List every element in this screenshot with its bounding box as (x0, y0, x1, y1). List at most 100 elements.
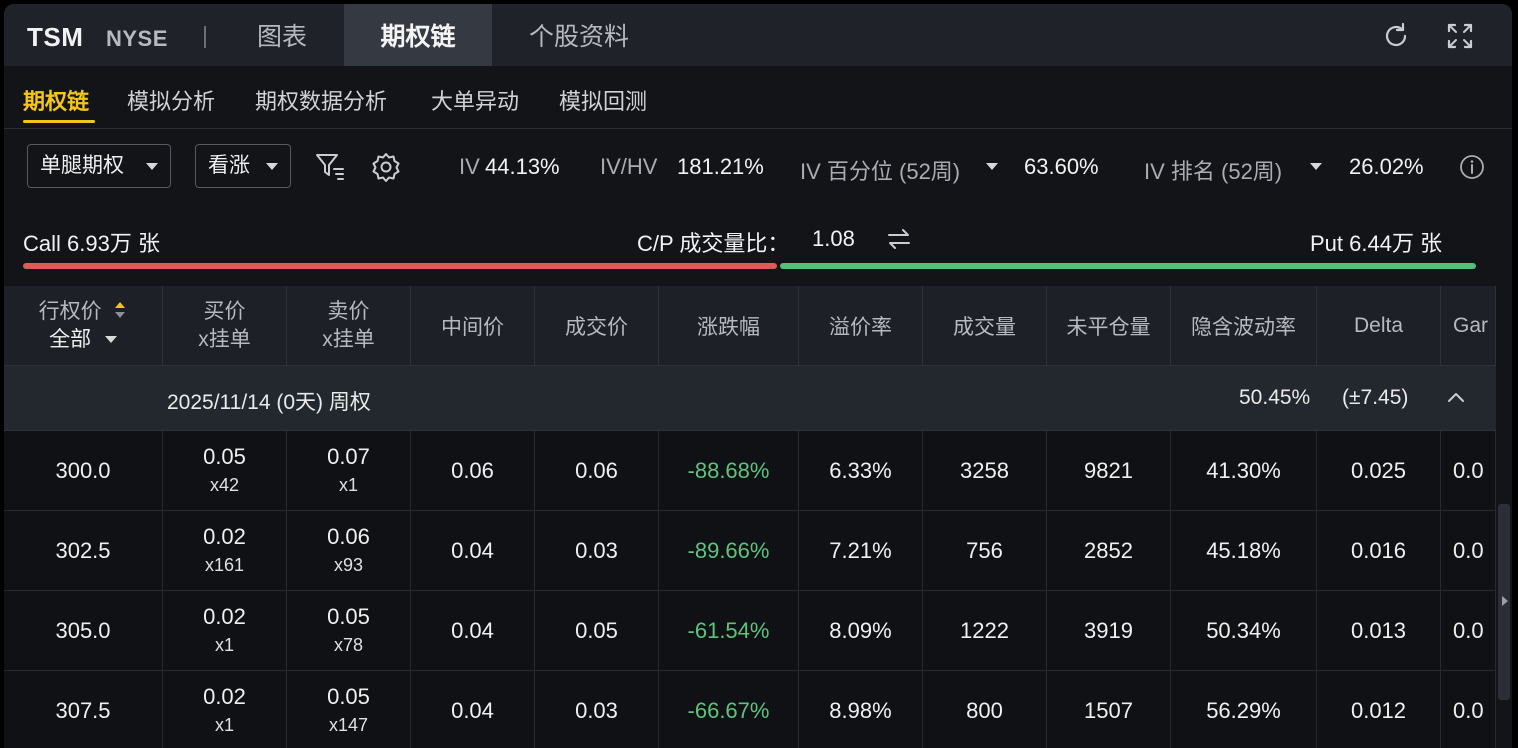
strategy-select[interactable]: 单腿期权 (27, 144, 171, 188)
bid-price: 0.02 (203, 523, 246, 549)
change-cell[interactable]: -61.54% (659, 591, 799, 671)
oi-cell[interactable]: 9821 (1047, 431, 1171, 511)
strike-header[interactable]: 行权价 全部 (4, 286, 163, 366)
refresh-icon[interactable] (1380, 20, 1412, 52)
premium-cell[interactable]: 7.21% (799, 511, 923, 591)
gamma-cell[interactable]: 0.0 (1441, 511, 1496, 591)
change-cell[interactable]: -66.67% (659, 671, 799, 748)
iv-header: 隐含波动率 (1171, 286, 1317, 366)
delta-cell[interactable]: 0.013 (1317, 591, 1441, 671)
ask-price: 0.07 (327, 443, 370, 469)
direction-select[interactable]: 看涨 (195, 144, 291, 188)
volume-cell[interactable]: 1222 (923, 591, 1047, 671)
bid-cell[interactable]: 0.02 x1 (163, 671, 287, 748)
ask-cell[interactable]: 0.07 x1 (287, 431, 411, 511)
info-icon[interactable] (1459, 154, 1485, 180)
iv-value: 56.29% (1206, 697, 1281, 723)
subtab-unusual-activity[interactable]: 大单异动 (431, 84, 519, 116)
bid-cell[interactable]: 0.02 x1 (163, 591, 287, 671)
last-cell[interactable]: 0.03 (535, 511, 659, 591)
subtab-backtest[interactable]: 模拟回测 (559, 84, 647, 116)
tab-company-profile[interactable]: 个股资料 (504, 4, 654, 66)
bid-cell[interactable]: 0.05 x42 (163, 431, 287, 511)
ask-header: 卖价 x挂单 (287, 286, 411, 366)
volume-cell[interactable]: 800 (923, 671, 1047, 748)
expiry-group-row[interactable]: 2025/11/14 (0天) 周权 50.45% (±7.45) (4, 366, 1496, 431)
iv-hv-label: IV/HV (600, 154, 658, 179)
oi-cell[interactable]: 1507 (1047, 671, 1171, 748)
last-cell[interactable]: 0.06 (535, 431, 659, 511)
last-value: 0.06 (575, 457, 618, 483)
oi-cell[interactable]: 2852 (1047, 511, 1171, 591)
ask-header-sub: x挂单 (322, 327, 375, 351)
filter-icon[interactable] (314, 152, 346, 182)
gamma-value: 0.0 (1453, 617, 1484, 643)
ask-cell[interactable]: 0.05 x147 (287, 671, 411, 748)
ask-size: x147 (328, 714, 369, 735)
scroll-right-icon[interactable] (1500, 594, 1510, 608)
premium-cell[interactable]: 8.09% (799, 591, 923, 671)
strike-cell[interactable]: 302.5 (4, 511, 163, 591)
sort-icon[interactable] (113, 300, 127, 320)
tab-option-chain[interactable]: 期权链 (344, 4, 492, 66)
strike-cell[interactable]: 307.5 (4, 671, 163, 748)
strike-cell[interactable]: 305.0 (4, 591, 163, 671)
strike-filter-value[interactable]: 全部 (49, 328, 91, 351)
iv-percentile-label[interactable]: IV 百分位 (52周) (800, 154, 960, 186)
last-cell[interactable]: 0.03 (535, 671, 659, 748)
option-chain-table: 行权价 全部 买价 x挂单 卖价 x挂单 中间价 成交价 涨跌幅 溢价率 成交量… (4, 286, 1496, 748)
ask-header-label: 卖价 (327, 299, 370, 323)
bid-header-sub: x挂单 (198, 327, 251, 351)
delta-cell[interactable]: 0.016 (1317, 511, 1441, 591)
subtab-simulation[interactable]: 模拟分析 (127, 84, 215, 116)
title-bar: TSM NYSE 图表 期权链 个股资料 (4, 4, 1512, 66)
bid-header: 买价 x挂单 (163, 286, 287, 366)
volume-cell[interactable]: 756 (923, 511, 1047, 591)
delta-cell[interactable]: 0.012 (1317, 671, 1441, 748)
mid-cell[interactable]: 0.04 (411, 671, 535, 748)
chevron-up-icon[interactable] (1446, 390, 1466, 404)
subtab-option-chain[interactable]: 期权链 (23, 84, 89, 116)
divider (204, 26, 206, 48)
ask-cell[interactable]: 0.05 x78 (287, 591, 411, 671)
gamma-cell[interactable]: 0.0 (1441, 671, 1496, 748)
delta-cell[interactable]: 0.025 (1317, 431, 1441, 511)
put-volume: Put 6.44万 张 (1310, 231, 1443, 256)
strike-value: 305.0 (55, 617, 111, 643)
change-cell[interactable]: -88.68% (659, 431, 799, 511)
call-volume: Call 6.93万 张 (23, 231, 160, 256)
mid-cell[interactable]: 0.06 (411, 431, 535, 511)
chevron-down-icon[interactable] (104, 335, 117, 343)
strike-cell[interactable]: 300.0 (4, 431, 163, 511)
volume-cell[interactable]: 3258 (923, 431, 1047, 511)
bid-cell[interactable]: 0.02 x161 (163, 511, 287, 591)
iv-cell[interactable]: 45.18% (1171, 511, 1317, 591)
fullscreen-icon[interactable] (1444, 20, 1476, 52)
premium-cell[interactable]: 8.98% (799, 671, 923, 748)
iv-rank-label[interactable]: IV 排名 (52周) (1144, 154, 1282, 186)
mid-cell[interactable]: 0.04 (411, 511, 535, 591)
swap-icon[interactable] (886, 228, 912, 250)
gamma-cell[interactable]: 0.0 (1441, 431, 1496, 511)
last-header: 成交价 (535, 286, 659, 366)
iv-cell[interactable]: 56.29% (1171, 671, 1317, 748)
chevron-down-icon[interactable] (1310, 163, 1322, 170)
iv-cell[interactable]: 41.30% (1171, 431, 1317, 511)
change-cell[interactable]: -89.66% (659, 511, 799, 591)
premium-cell[interactable]: 6.33% (799, 431, 923, 511)
ask-cell[interactable]: 0.06 x93 (287, 511, 411, 591)
strategy-select-value: 单腿期权 (40, 154, 124, 177)
gear-icon[interactable] (370, 151, 402, 183)
last-cell[interactable]: 0.05 (535, 591, 659, 671)
oi-cell[interactable]: 3919 (1047, 591, 1171, 671)
mid-cell[interactable]: 0.04 (411, 591, 535, 671)
tab-chart[interactable]: 图表 (220, 4, 344, 66)
iv-cell[interactable]: 50.34% (1171, 591, 1317, 671)
open-interest-header: 未平仓量 (1047, 286, 1171, 366)
iv-label: IV (459, 154, 480, 179)
subtab-option-data-analysis[interactable]: 期权数据分析 (255, 84, 387, 116)
expiry-iv: 50.45% (1239, 386, 1311, 409)
gamma-cell[interactable]: 0.0 (1441, 591, 1496, 671)
chevron-down-icon[interactable] (986, 163, 998, 170)
volume-value: 3258 (960, 457, 1009, 483)
